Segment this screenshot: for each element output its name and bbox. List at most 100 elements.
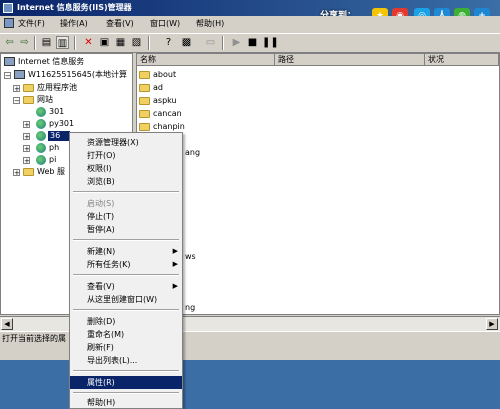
menu-separator	[73, 309, 179, 311]
properties-icon[interactable]: ▣	[98, 36, 111, 49]
toolbar-separator	[148, 36, 150, 50]
menu-item-open[interactable]: 打开(O)	[70, 149, 182, 162]
menu-separator	[73, 274, 179, 276]
menu-item-start[interactable]: 启动(S)	[70, 197, 182, 210]
globe-icon	[36, 143, 46, 153]
submenu-arrow-icon: ▶	[172, 247, 178, 255]
up-folder-icon[interactable]: ▤	[40, 36, 53, 49]
column-header-path[interactable]: 路径	[275, 54, 425, 66]
list-item-partial[interactable]: ang	[185, 148, 200, 158]
tree-site-label: 301	[49, 107, 65, 116]
tree-web-ext-label: Web 服	[37, 167, 65, 176]
tree-app-pools-label: 应用程序池	[37, 83, 77, 92]
play-icon[interactable]: ▶	[230, 36, 243, 49]
pause-icon[interactable]: ❚❚	[262, 36, 279, 49]
console-icon	[4, 18, 14, 28]
menu-item-rename[interactable]: 重命名(M)	[70, 328, 182, 341]
stop-icon[interactable]: ■	[246, 36, 259, 49]
list-item-label: chanpin	[153, 122, 185, 131]
menu-item-help[interactable]: 帮助(H)	[70, 396, 182, 409]
menu-item-properties[interactable]: 属性(R)	[70, 376, 182, 389]
menu-separator	[73, 392, 179, 394]
toolbar-separator	[34, 36, 36, 50]
globe-icon	[36, 119, 46, 129]
menu-item-export-list[interactable]: 导出列表(L)...	[70, 354, 182, 367]
expand-icon[interactable]: +	[23, 121, 30, 129]
iis-root-icon	[4, 57, 15, 66]
folder-icon	[23, 96, 34, 104]
list-item-label: about	[153, 70, 177, 79]
globe-icon	[36, 155, 46, 165]
iis-app-icon	[3, 3, 13, 13]
folder-icon	[139, 123, 150, 131]
toolbar: ⇦ ⇨ ▤ ▥ ✕ ▣ ▦ ▧ ? ▩ ▭ ▶ ■ ❚❚	[0, 33, 500, 53]
menu-file[interactable]: 文件(F)	[18, 18, 45, 29]
menu-item-new-window[interactable]: 从这里创建窗口(W)	[70, 293, 182, 306]
delete-icon[interactable]: ✕	[82, 36, 95, 49]
scroll-left-icon[interactable]: ◀	[1, 318, 13, 330]
expand-icon[interactable]: +	[23, 145, 30, 153]
submenu-arrow-icon: ▶	[172, 282, 178, 290]
show-tree-icon[interactable]: ▥	[56, 36, 69, 49]
list-item-label: ang	[185, 148, 201, 157]
scroll-right-icon[interactable]: ▶	[486, 318, 498, 330]
menu-item-new[interactable]: 新建(N) ▶	[70, 245, 182, 258]
globe-icon	[36, 107, 46, 117]
window-title: Internet 信息服务(IIS)管理器	[17, 3, 132, 12]
tree-root-label: Internet 信息服务	[18, 57, 85, 66]
menu-item-view-label: 查看(V)	[87, 282, 115, 291]
menu-separator	[73, 191, 179, 193]
folder-icon	[139, 71, 150, 79]
menu-help[interactable]: 帮助(H)	[196, 18, 224, 29]
column-header-name[interactable]: 名称	[137, 54, 275, 66]
tree-site-label: py301	[49, 119, 75, 128]
menu-item-browse[interactable]: 浏览(B)	[70, 175, 182, 188]
menu-item-view[interactable]: 查看(V) ▶	[70, 280, 182, 293]
folder-icon	[139, 97, 150, 105]
menu-view[interactable]: 查看(V)	[106, 18, 134, 29]
menu-window[interactable]: 窗口(W)	[150, 18, 180, 29]
refresh-icon[interactable]: ▦	[114, 36, 127, 49]
menu-item-stop[interactable]: 停止(T)	[70, 210, 182, 223]
folder-icon	[23, 84, 34, 92]
list-item-partial[interactable]: ng	[185, 303, 195, 313]
folder-icon	[139, 110, 150, 118]
list-item-label: ng	[185, 303, 196, 312]
menu-item-refresh[interactable]: 刷新(F)	[70, 341, 182, 354]
expand-icon[interactable]: +	[23, 157, 30, 165]
expand-icon[interactable]: +	[23, 133, 30, 141]
export-list-icon[interactable]: ▧	[130, 36, 143, 49]
menu-bar: 文件(F) 操作(A) 查看(V) 窗口(W) 帮助(H)	[0, 16, 500, 31]
tree-site-label-selected: 36	[48, 131, 70, 141]
forward-icon[interactable]: ⇨	[18, 36, 31, 49]
status-text: 打开当前选择的属	[2, 334, 66, 343]
menu-item-all-tasks[interactable]: 所有任务(K) ▶	[70, 258, 182, 271]
menu-separator	[73, 370, 179, 372]
menu-item-permissions[interactable]: 权限(I)	[70, 162, 182, 175]
tree-site-label: ph	[49, 143, 60, 152]
menu-item-explore[interactable]: 资源管理器(X)	[70, 136, 182, 149]
help-icon[interactable]: ?	[162, 36, 175, 49]
context-menu: 资源管理器(X) 打开(O) 权限(I) 浏览(B) 启动(S) 停止(T) 暂…	[69, 132, 183, 409]
expand-icon[interactable]: +	[13, 169, 20, 177]
console-tree-icon[interactable]: ▩	[180, 36, 193, 49]
back-icon[interactable]: ⇦	[3, 36, 16, 49]
menu-action[interactable]: 操作(A)	[60, 18, 88, 29]
list-item-label: cancan	[153, 109, 182, 118]
computer-icon[interactable]: ▭	[204, 36, 217, 49]
collapse-icon[interactable]: −	[4, 72, 11, 80]
list-item-partial[interactable]: ws	[185, 252, 196, 262]
tree-websites-label: 网站	[37, 95, 53, 104]
menu-separator	[73, 239, 179, 241]
folder-icon	[139, 84, 150, 92]
collapse-icon[interactable]: −	[13, 97, 20, 105]
list-item-label: ws	[185, 252, 196, 261]
column-header-status[interactable]: 状况	[425, 54, 499, 66]
computer-icon	[14, 70, 25, 79]
menu-item-pause[interactable]: 暂停(A)	[70, 223, 182, 236]
menu-item-delete[interactable]: 删除(D)	[70, 315, 182, 328]
menu-item-new-label: 新建(N)	[87, 247, 116, 256]
toolbar-separator	[74, 36, 76, 50]
expand-icon[interactable]: +	[13, 85, 20, 93]
folder-icon	[23, 168, 34, 176]
